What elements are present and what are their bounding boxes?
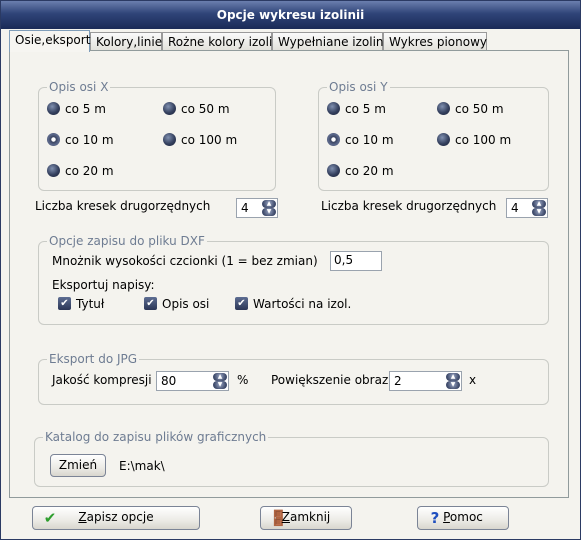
- jpg-title: Eksport do JPG: [47, 352, 140, 366]
- radio-icon: [163, 102, 176, 115]
- spin-up-icon[interactable]: ▲: [213, 373, 227, 381]
- axis-y-minor-ticks-spinner[interactable]: 4 ▲ ▼: [506, 198, 548, 218]
- tab-osie-eksport[interactable]: Osie,eksport: [9, 30, 90, 52]
- axis-x-minor-ticks-label: Liczba kresek drugorzędnych: [35, 199, 211, 213]
- spin-up-icon[interactable]: ▲: [532, 200, 546, 208]
- axis-y-minor-ticks-label: Liczba kresek drugorzędnych: [321, 199, 497, 213]
- axis-x-group: Opis osi X co 5 m co 50 m co 10 m co 100…: [38, 80, 276, 191]
- radio-icon: [327, 164, 340, 177]
- font-multiplier-label: Mnożnik wysokości czcionki (1 = bez zmia…: [52, 254, 318, 268]
- dialog-window: Opcje wykresu izolinii Osie,eksport Kolo…: [0, 0, 581, 540]
- radio-selected-icon: [327, 133, 340, 146]
- title-bar: Opcje wykresu izolinii: [1, 1, 580, 29]
- quality-spinner[interactable]: 80 ▲ ▼: [156, 371, 229, 391]
- tab-wypelniane[interactable]: Wypełniane izolinie: [272, 32, 394, 50]
- dxf-group: Opcje zapisu do pliku DXF Mnożnik wysoko…: [38, 234, 549, 325]
- checkbox-checked-icon: ✔: [58, 297, 71, 310]
- tab-rozne-kolory[interactable]: Rożne kolory izolinii: [162, 32, 287, 50]
- save-options-button[interactable]: ✔ Zapisz opcje: [32, 506, 200, 530]
- tab-panel: Opis osi X co 5 m co 50 m co 10 m co 100…: [9, 50, 569, 498]
- spin-down-icon[interactable]: ▼: [213, 381, 227, 389]
- radio-icon: [437, 133, 450, 146]
- dxf-title: Opcje zapisu do pliku DXF: [47, 234, 207, 248]
- spin-up-icon[interactable]: ▲: [262, 200, 276, 208]
- radio-selected-icon: [47, 133, 60, 146]
- spin-down-icon[interactable]: ▼: [532, 208, 546, 216]
- help-button[interactable]: ? Pomoc: [417, 506, 509, 530]
- radio-icon: [437, 102, 450, 115]
- axis-x-minor-ticks-spinner[interactable]: 4 ▲ ▼: [236, 198, 278, 218]
- tab-wykres-pionowy[interactable]: Wykres pionowy: [383, 32, 487, 50]
- radio-icon: [47, 164, 60, 177]
- zoom-spinner[interactable]: 2 ▲ ▼: [389, 371, 462, 391]
- folder-path: E:\mak\: [119, 459, 165, 473]
- spin-down-icon[interactable]: ▼: [262, 208, 276, 216]
- axis-x-title: Opis osi X: [47, 80, 111, 94]
- spin-down-icon[interactable]: ▼: [446, 381, 460, 389]
- export-labels-label: Eksportuj napisy:: [52, 278, 155, 292]
- axis-y-group: Opis osi Y co 5 m co 50 m co 10 m co 100…: [318, 80, 549, 191]
- close-button[interactable]: 🚪 Zamknij: [260, 506, 352, 530]
- spin-up-icon[interactable]: ▲: [446, 373, 460, 381]
- quality-label: Jakość kompresji: [52, 373, 152, 387]
- zoom-unit: x: [469, 373, 477, 387]
- checkbox-checked-icon: ✔: [144, 297, 157, 310]
- radio-icon: [163, 133, 176, 146]
- radio-icon: [327, 102, 340, 115]
- catalog-title: Katalog do zapisu plików graficznych: [43, 430, 269, 444]
- font-multiplier-input[interactable]: 0,5: [330, 251, 382, 271]
- quality-unit: %: [237, 373, 249, 387]
- zoom-label: Powiększenie obrazu: [271, 373, 396, 387]
- axis-y-title: Opis osi Y: [327, 80, 390, 94]
- jpg-group: Eksport do JPG Jakość kompresji 80 ▲ ▼ % …: [38, 352, 549, 405]
- change-folder-button[interactable]: Zmień: [50, 454, 106, 477]
- tab-kolory-linie[interactable]: Kolory,linie: [90, 32, 162, 50]
- radio-icon: [47, 102, 60, 115]
- catalog-group: Katalog do zapisu plików graficznych Zmi…: [34, 430, 549, 487]
- checkbox-checked-icon: ✔: [235, 297, 248, 310]
